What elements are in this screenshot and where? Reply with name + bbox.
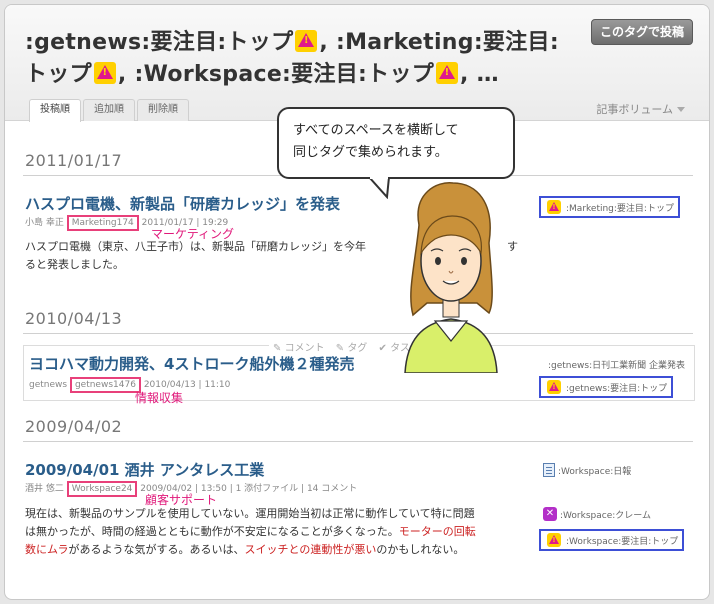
- post-with-tag-button[interactable]: このタグで投稿: [590, 19, 693, 45]
- tab-added-order[interactable]: 追加順: [83, 99, 135, 121]
- date-heading: 2011/01/17: [25, 151, 123, 170]
- entry-title-link[interactable]: ハスプロ電機、新製品「研磨カレッジ」を発表: [25, 193, 340, 214]
- tag-workspace-claim[interactable]: ✕:Workspace:クレーム: [543, 507, 651, 521]
- document-icon: [543, 463, 555, 477]
- tag-getnews-press[interactable]: :getnews:日刊工業新聞 企業発表: [545, 358, 685, 371]
- page-header: :getnews:要注目:トップ, :Marketing:要注目: トップ, :…: [5, 5, 709, 122]
- callout-tail: [367, 177, 391, 199]
- warning-icon: [295, 30, 318, 52]
- sort-tabs: 投稿順 追加順 削除順: [29, 99, 191, 122]
- author-link[interactable]: getnews: [29, 380, 67, 390]
- divider: [23, 333, 693, 334]
- space-link[interactable]: getnews1476: [69, 377, 141, 393]
- tag-marketing-top[interactable]: :Marketing:要注目:トップ: [539, 196, 680, 218]
- space-link[interactable]: Marketing174: [66, 215, 139, 231]
- author-link[interactable]: 小島 幸正: [25, 215, 64, 228]
- guide-character-illustration: [404, 182, 498, 373]
- page-title: :getnews:要注目:トップ, :Marketing:要注目: トップ, :…: [25, 27, 585, 91]
- article-volume-dropdown[interactable]: 記事ボリューム: [596, 101, 685, 117]
- divider: [23, 441, 693, 442]
- callout-bubble: すべてのスペースを横断して 同じタグで集められます。: [277, 107, 515, 179]
- tag-getnews-top[interactable]: :getnews:要注目:トップ: [539, 376, 674, 398]
- tab-deleted-order[interactable]: 削除順: [137, 99, 189, 121]
- date-heading: 2009/04/02: [25, 417, 123, 436]
- space-link[interactable]: Workspace24: [66, 481, 138, 497]
- entry-body: 現在は、新製品のサンプルを使用していない。運用開始当初は正常に動作していて特に問…: [25, 507, 476, 556]
- tag-view-panel: :getnews:要注目:トップ, :Marketing:要注目: トップ, :…: [4, 4, 710, 600]
- close-icon: ✕: [543, 507, 557, 521]
- tag-workspace-daily[interactable]: :Workspace:日報: [543, 463, 631, 477]
- tag-workspace-top[interactable]: :Workspace:要注目:トップ: [539, 529, 685, 551]
- tab-post-order[interactable]: 投稿順: [29, 99, 81, 122]
- chevron-down-icon: [677, 107, 685, 112]
- space-annotation: 情報収集: [135, 391, 184, 405]
- warning-icon: [93, 62, 116, 84]
- entry-title-link[interactable]: ヨコハマ動力開発、4ストローク船外機２種発売: [29, 353, 354, 374]
- warning-icon: [547, 533, 561, 547]
- entry-meta: getnews getnews1476 2010/04/13 | 11:10: [29, 377, 230, 393]
- entry-title-link[interactable]: 2009/04/01 酒井 アンタレス工業: [25, 459, 264, 480]
- warning-icon: [547, 200, 561, 214]
- warning-icon: [547, 380, 561, 394]
- warning-icon: [436, 62, 459, 84]
- author-link[interactable]: 酒井 悠二: [25, 481, 64, 494]
- date-heading: 2010/04/13: [25, 309, 123, 328]
